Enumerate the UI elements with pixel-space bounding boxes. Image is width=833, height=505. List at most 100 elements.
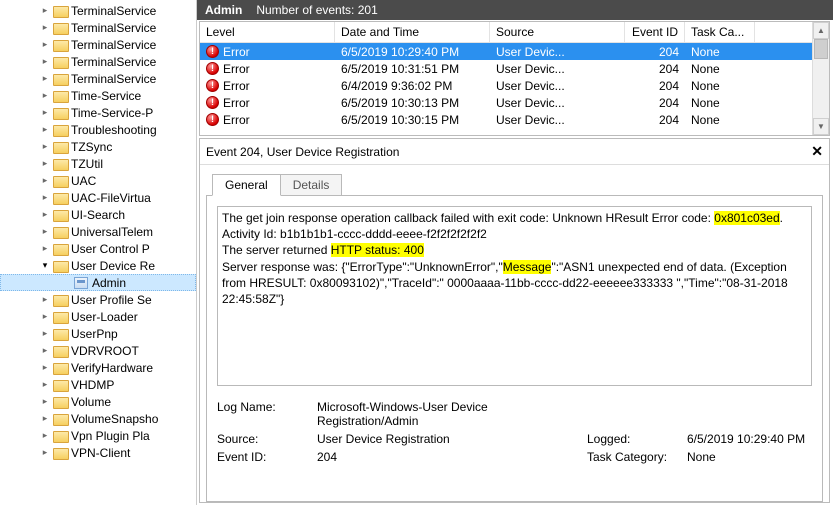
highlight-httpstatus: HTTP status: 400 bbox=[331, 243, 424, 257]
event-level: Error bbox=[223, 113, 250, 127]
tree-item[interactable]: ▸ UserPnp bbox=[0, 325, 196, 342]
content-header: Admin Number of events: 201 bbox=[197, 0, 833, 20]
value-source: User Device Registration bbox=[317, 432, 587, 446]
tree-item[interactable]: ▾User Device Re bbox=[0, 257, 196, 274]
tree-item[interactable]: ▸User Control P bbox=[0, 240, 196, 257]
tree-item-label: Admin bbox=[92, 276, 126, 290]
tree-item[interactable]: ▸VPN-Client bbox=[0, 444, 196, 461]
event-date: 6/5/2019 10:29:40 PM bbox=[335, 45, 490, 59]
tree-item[interactable]: ▸User Profile Se bbox=[0, 291, 196, 308]
tree-item-label: TZUtil bbox=[71, 157, 103, 171]
tree-item[interactable]: ▸VDRVROOT bbox=[0, 342, 196, 359]
chevron-right-icon: ▸ bbox=[40, 90, 50, 101]
tree-item[interactable]: ▸UniversalTelem bbox=[0, 223, 196, 240]
chevron-right-icon: ▸ bbox=[40, 430, 50, 441]
event-level: Error bbox=[223, 79, 250, 93]
tree-item[interactable]: ▸TZSync bbox=[0, 138, 196, 155]
tree-item-label: User-Loader bbox=[71, 310, 138, 324]
tree-item[interactable]: ▸Vpn Plugin Pla bbox=[0, 427, 196, 444]
tree-item[interactable]: ▸UAC bbox=[0, 172, 196, 189]
col-taskcat[interactable]: Task Ca... bbox=[685, 22, 755, 42]
tree-item[interactable]: ▸Troubleshooting bbox=[0, 121, 196, 138]
chevron-right-icon: ▸ bbox=[40, 413, 50, 424]
event-id: 204 bbox=[625, 45, 685, 59]
col-date[interactable]: Date and Time bbox=[335, 22, 490, 42]
close-icon[interactable]: ✕ bbox=[811, 143, 823, 160]
event-scrollbar[interactable]: ▲ ▼ bbox=[812, 22, 829, 135]
tree-item-label: UAC-FileVirtua bbox=[71, 191, 151, 205]
folder-icon bbox=[53, 226, 67, 238]
tree-item[interactable]: ▸VolumeSnapsho bbox=[0, 410, 196, 427]
folder-icon bbox=[53, 413, 67, 425]
nav-tree[interactable]: ▸ TerminalService ▸ TerminalService ▸ Termina… bbox=[0, 0, 197, 505]
event-row[interactable]: Error6/4/2019 9:36:02 PMUser Devic...204… bbox=[200, 77, 812, 94]
col-source[interactable]: Source bbox=[490, 22, 625, 42]
tree-item-label: TerminalService bbox=[71, 4, 156, 18]
event-taskcat: None bbox=[685, 96, 755, 110]
tree-item[interactable]: ▸ User-Loader bbox=[0, 308, 196, 325]
tree-item-label: Time-Service-P bbox=[71, 106, 153, 120]
folder-icon bbox=[53, 396, 67, 408]
tab-details[interactable]: Details bbox=[280, 174, 343, 196]
chevron-right-icon: ▸ bbox=[40, 107, 50, 118]
tree-item-label: Troubleshooting bbox=[71, 123, 157, 137]
detail-tabs: General Details bbox=[206, 174, 823, 196]
chevron-right-icon: ▸ bbox=[40, 73, 50, 84]
event-row[interactable]: Error6/5/2019 10:30:13 PMUser Devic...20… bbox=[200, 94, 812, 111]
highlight-errorcode: 0x801c03ed bbox=[714, 211, 779, 225]
chevron-right-icon: ▸ bbox=[40, 362, 50, 373]
value-eventid: 204 bbox=[317, 450, 587, 464]
tree-item[interactable]: ▸UI-Search bbox=[0, 206, 196, 223]
tree-item[interactable]: ▸ TerminalService bbox=[0, 70, 196, 87]
folder-icon bbox=[53, 56, 67, 68]
event-list[interactable]: Level Date and Time Source Event ID Task… bbox=[199, 21, 830, 136]
tree-item-label: UAC bbox=[71, 174, 96, 188]
folder-icon bbox=[53, 362, 67, 374]
event-row[interactable]: Error6/5/2019 10:29:40 PMUser Devic...20… bbox=[200, 43, 812, 60]
tree-item[interactable]: ▸UAC-FileVirtua bbox=[0, 189, 196, 206]
tree-item[interactable]: ▸TerminalService bbox=[0, 2, 196, 19]
tree-item[interactable]: ▸TerminalService bbox=[0, 36, 196, 53]
tab-general[interactable]: General bbox=[212, 174, 281, 196]
folder-icon bbox=[53, 22, 67, 34]
chevron-right-icon: ▸ bbox=[40, 379, 50, 390]
event-id: 204 bbox=[625, 79, 685, 93]
folder-icon bbox=[53, 430, 67, 442]
chevron-right-icon: ▸ bbox=[40, 226, 50, 237]
tree-item-admin[interactable]: Admin bbox=[0, 274, 196, 291]
event-row[interactable]: Error6/5/2019 10:30:15 PMUser Devic...20… bbox=[200, 111, 812, 128]
scroll-down-button[interactable]: ▼ bbox=[813, 118, 829, 135]
tree-item-label: TerminalService bbox=[71, 55, 156, 69]
tree-item-label: Volume bbox=[71, 395, 111, 409]
col-eventid[interactable]: Event ID bbox=[625, 22, 685, 42]
tree-item[interactable]: ▸TZUtil bbox=[0, 155, 196, 172]
tree-item-label: TZSync bbox=[71, 140, 112, 154]
tree-item[interactable]: ▸Volume bbox=[0, 393, 196, 410]
event-source: User Devic... bbox=[490, 62, 625, 76]
folder-icon bbox=[53, 175, 67, 187]
chevron-right-icon: ▸ bbox=[40, 447, 50, 458]
event-id: 204 bbox=[625, 62, 685, 76]
scroll-thumb[interactable] bbox=[814, 39, 828, 59]
folder-icon bbox=[53, 345, 67, 357]
chevron-right-icon: ▸ bbox=[40, 328, 50, 339]
event-source: User Devic... bbox=[490, 45, 625, 59]
tree-item[interactable]: ▸Time-Service bbox=[0, 87, 196, 104]
tree-item[interactable]: ▸ Time-Service-P bbox=[0, 104, 196, 121]
tree-item[interactable]: ▸TerminalService bbox=[0, 19, 196, 36]
event-columns[interactable]: Level Date and Time Source Event ID Task… bbox=[200, 22, 812, 43]
tree-item[interactable]: ▸VHDMP bbox=[0, 376, 196, 393]
value-logname: Microsoft-Windows-User Device Registrati… bbox=[317, 400, 587, 428]
col-level[interactable]: Level bbox=[200, 22, 335, 42]
event-date: 6/4/2019 9:36:02 PM bbox=[335, 79, 490, 93]
scroll-up-button[interactable]: ▲ bbox=[813, 22, 829, 39]
tree-item[interactable]: ▸VerifyHardware bbox=[0, 359, 196, 376]
tree-item-label: TerminalService bbox=[71, 72, 156, 86]
tree-item-label: VDRVROOT bbox=[71, 344, 139, 358]
chevron-right-icon: ▸ bbox=[40, 311, 50, 322]
event-date: 6/5/2019 10:30:13 PM bbox=[335, 96, 490, 110]
tree-item-label: UserPnp bbox=[71, 327, 118, 341]
event-row[interactable]: Error6/5/2019 10:31:51 PMUser Devic...20… bbox=[200, 60, 812, 77]
log-icon bbox=[74, 277, 88, 289]
tree-item[interactable]: ▸TerminalService bbox=[0, 53, 196, 70]
